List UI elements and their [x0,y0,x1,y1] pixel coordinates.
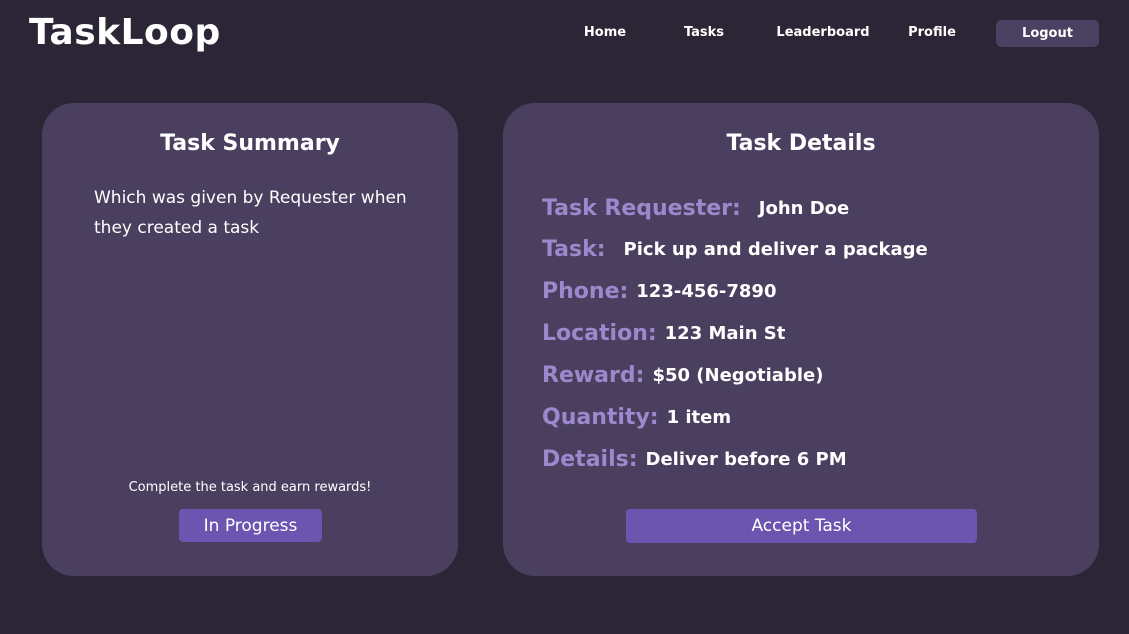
accept-task-button[interactable]: Accept Task [626,509,977,543]
detail-label: Task Requester: [542,195,741,221]
task-details-title: Task Details [726,131,876,156]
detail-value: Deliver before 6 PM [645,448,847,470]
detail-row-details: Details: Deliver before 6 PM [542,443,1082,475]
detail-row-reward: Reward: $50 (Negotiable) [542,359,1082,391]
logout-button[interactable]: Logout [996,20,1099,47]
detail-row-location: Location: 123 Main St [542,317,1082,349]
detail-value: 123-456-7890 [636,280,777,302]
task-summary-card: Task Summary Which was given by Requeste… [42,103,458,576]
nav-tasks[interactable]: Tasks [684,25,724,40]
page: TaskLoop Home Tasks Leaderboard Profile … [0,0,1129,634]
detail-label: Phone: [542,278,629,304]
detail-value: 1 item [666,406,732,428]
task-details-card: Task Details Task Requester: John Doe Ta… [503,103,1099,576]
task-summary-title: Task Summary [160,131,340,156]
task-summary-footer: Complete the task and earn rewards! [128,480,372,495]
detail-label: Quantity: [542,404,659,430]
detail-row-requester: Task Requester: John Doe [542,192,1082,224]
detail-label: Details: [542,446,638,472]
detail-label: Location: [542,320,657,346]
detail-value: Pick up and deliver a package [623,238,928,260]
nav-profile[interactable]: Profile [908,25,956,40]
detail-row-phone: Phone: 123-456-7890 [542,275,1082,307]
detail-value: $50 (Negotiable) [652,364,824,386]
nav-leaderboard[interactable]: Leaderboard [776,25,869,40]
detail-label: Task: [542,236,606,262]
detail-row-quantity: Quantity: 1 item [542,401,1082,433]
task-summary-text: Which was given by Requester when they c… [94,188,407,238]
detail-row-task: Task: Pick up and deliver a package [542,233,1082,265]
detail-label: Reward: [542,362,645,388]
detail-value: John Doe [758,197,850,219]
app-logo[interactable]: TaskLoop [29,12,221,53]
nav-home[interactable]: Home [584,25,626,40]
detail-value: 123 Main St [664,322,786,344]
in-progress-button[interactable]: In Progress [179,509,322,542]
